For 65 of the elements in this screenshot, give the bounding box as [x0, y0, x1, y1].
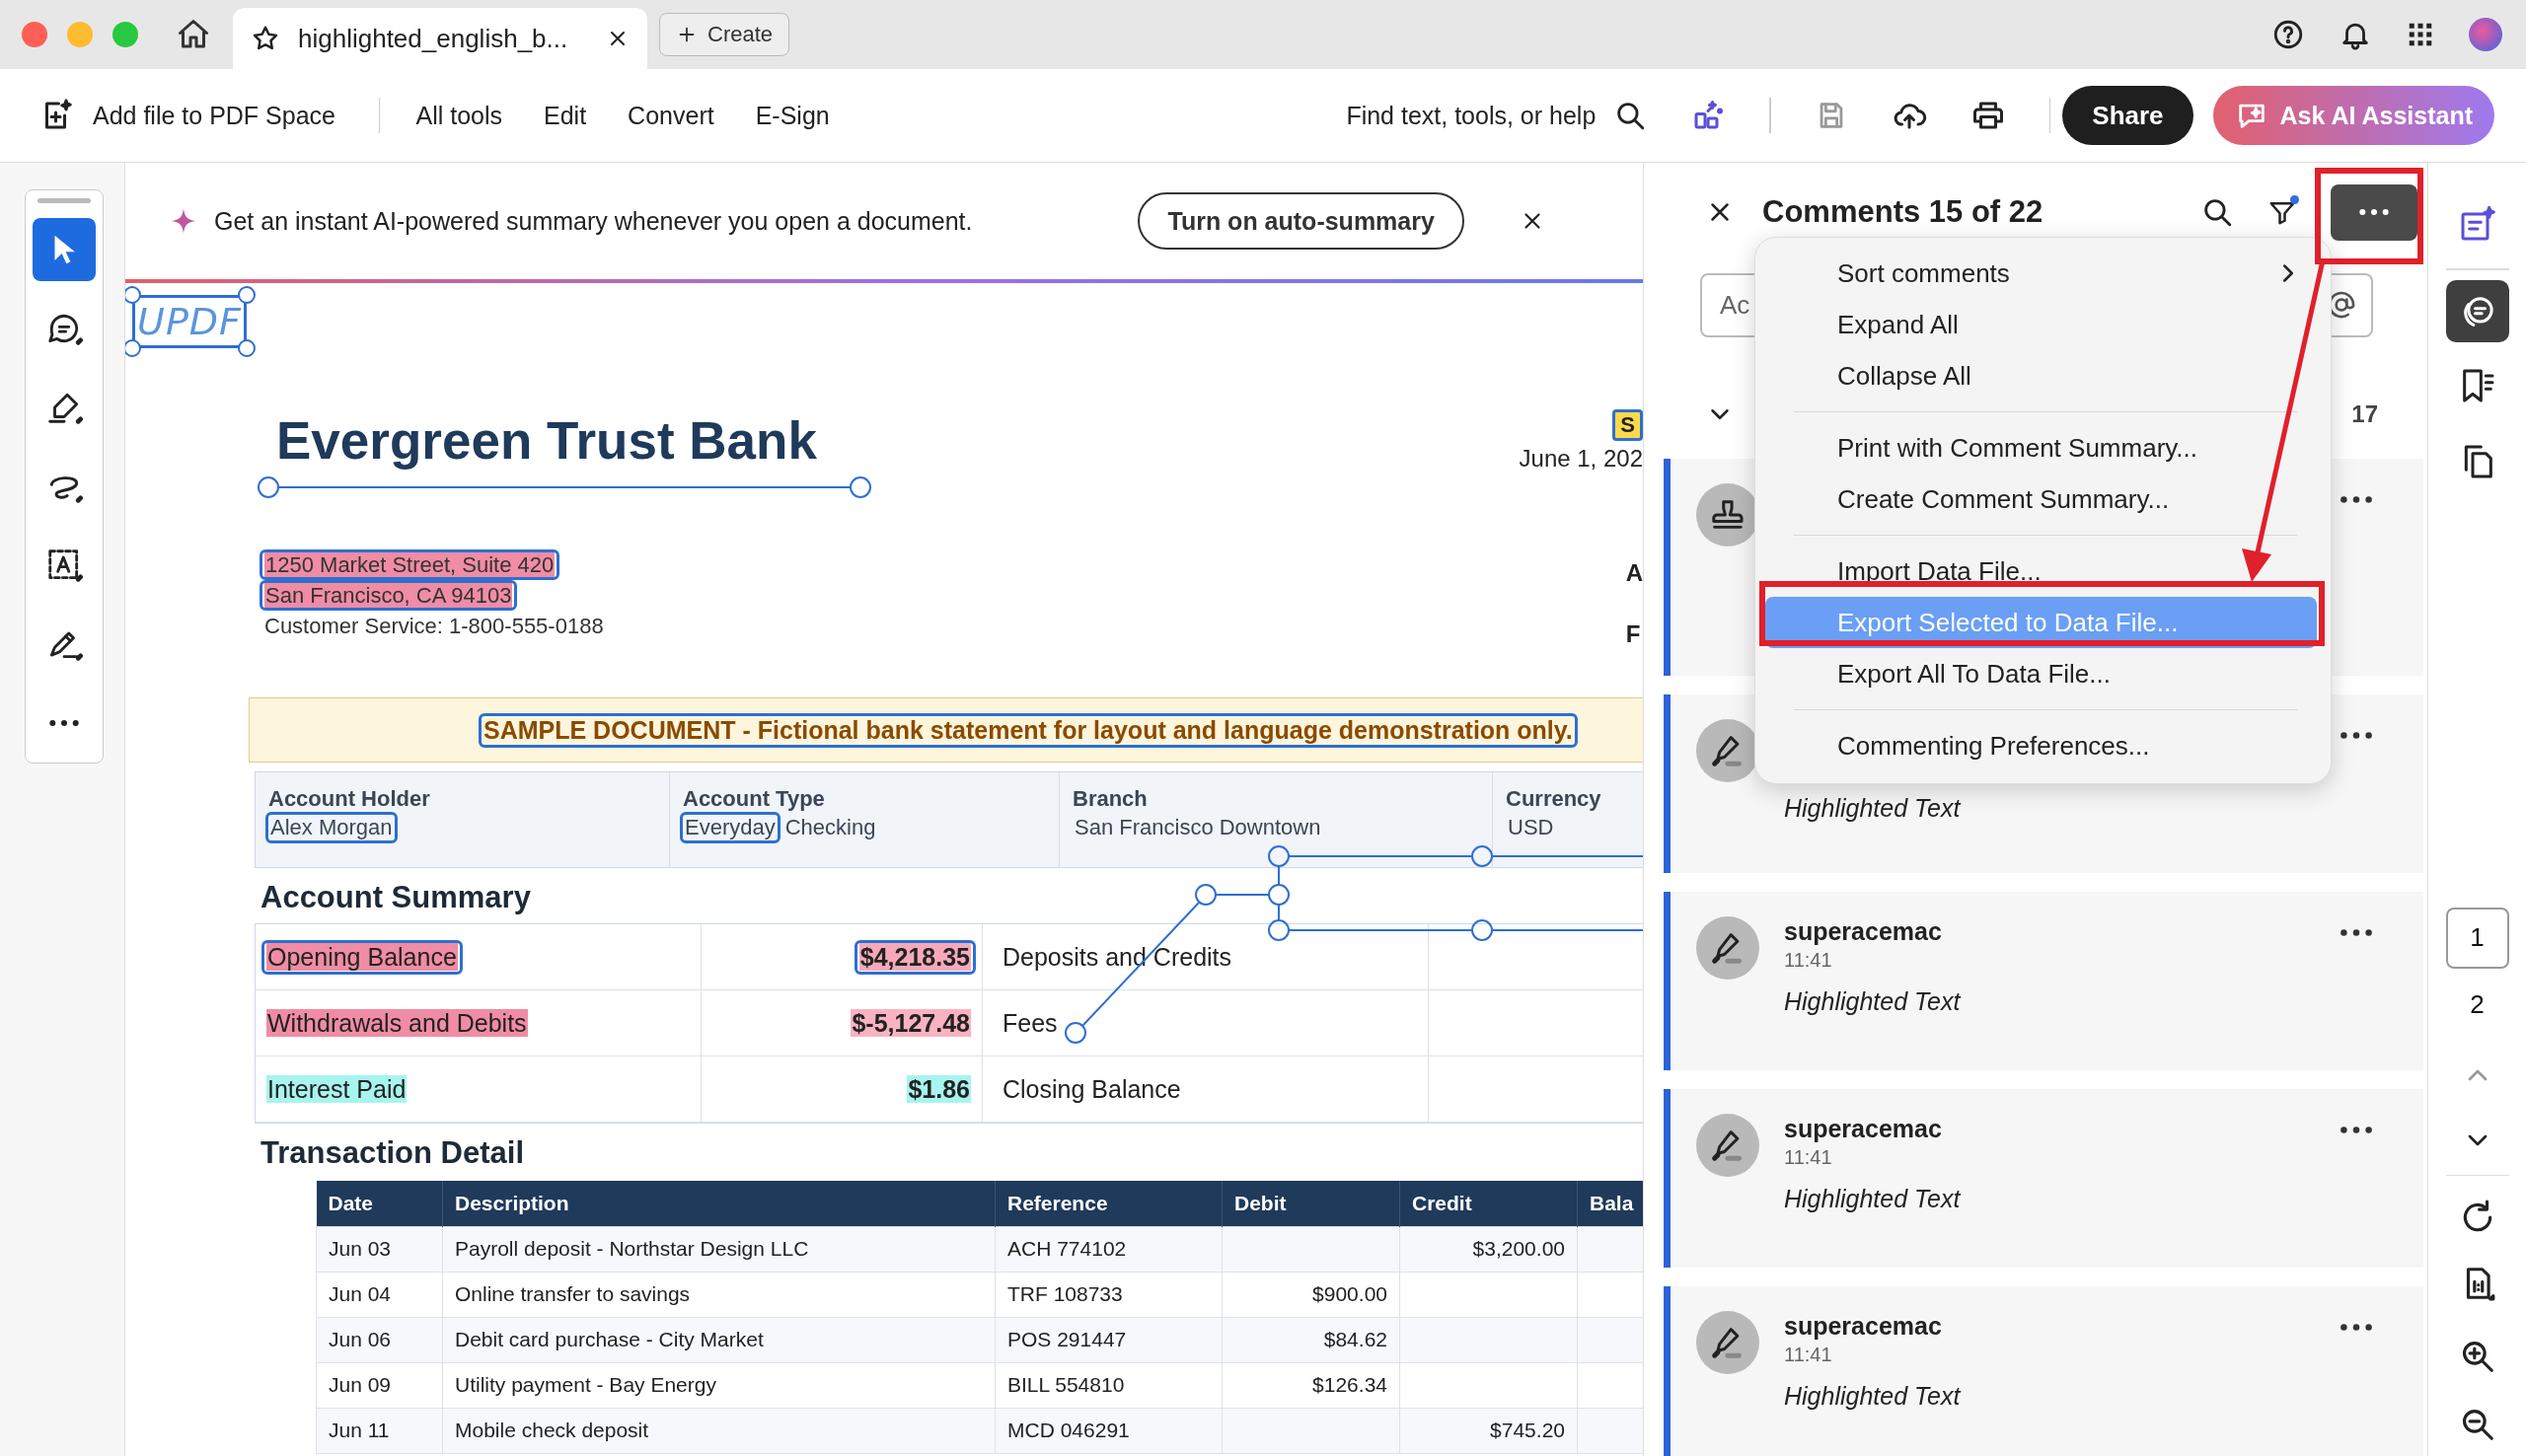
table-cell: $84.62: [1222, 1317, 1400, 1362]
table-cell: $126.34: [1222, 1362, 1400, 1408]
summary-amount: $-5,127.48: [850, 1007, 972, 1039]
field-label: Branch: [1073, 786, 1149, 812]
summary-description: Closing Balance: [1003, 1074, 1181, 1104]
comment-text: Highlighted Text: [1784, 1382, 1961, 1411]
field-value: Alex Morgan: [265, 812, 398, 843]
comment-author: superacemac: [1784, 1311, 1943, 1341]
field-value: Checking: [783, 814, 877, 841]
table-cell: Jun 03: [316, 1226, 443, 1272]
section-heading: Transaction Detail: [260, 1134, 525, 1172]
field-value: USD: [1507, 814, 1555, 841]
field-label: Currency: [1506, 786, 1602, 812]
table-cell: Jun 06: [316, 1317, 443, 1362]
comment-text: Highlighted Text: [1784, 987, 1961, 1016]
table-cell: $900.00: [1222, 1272, 1400, 1317]
summary-amount: $1.86: [906, 1073, 972, 1105]
column-header: Debit: [1222, 1181, 1400, 1226]
table-cell: Utility payment - Bay Energy: [442, 1362, 996, 1408]
column-header: Credit: [1399, 1181, 1578, 1226]
cut-text: A: [1625, 559, 1643, 587]
table-cell: BILL 554810: [995, 1362, 1223, 1408]
column-header: Date: [316, 1181, 443, 1226]
banner-message: Get an instant AI-powered summary whenever you open a document.: [214, 206, 973, 236]
column-header: Description: [442, 1181, 996, 1226]
table-cell: Online transfer to savings: [442, 1272, 996, 1317]
field-label: Account Type: [683, 786, 826, 812]
comment-author: superacemac: [1784, 1114, 1943, 1143]
comment-text: Highlighted Text: [1784, 1185, 1961, 1213]
table-cell: ACH 774102: [995, 1226, 1223, 1272]
comment-time: 11:41: [1784, 1343, 1833, 1367]
comment-time: 11:41: [1784, 948, 1833, 973]
panel-title: Comments 15 of 22: [1762, 194, 2043, 230]
table-cell: Debit card purchase - City Market: [442, 1317, 996, 1362]
column-header: Bala: [1577, 1181, 1643, 1226]
statement-date: June 1, 202: [1519, 445, 1643, 473]
table-cell: Payroll deposit - Northstar Design LLC: [442, 1226, 996, 1272]
summary-description: Fees: [1003, 1008, 1058, 1038]
summary-label: Withdrawals and Debits: [265, 1007, 529, 1039]
table-cell: Jun 04: [316, 1272, 443, 1317]
cut-text: F: [1625, 620, 1642, 648]
column-header: Reference: [995, 1181, 1223, 1226]
address-line: Customer Service: 1-800-555-0188: [263, 613, 605, 640]
field-value: San Francisco Downtown: [1074, 814, 1322, 841]
summary-label: Opening Balance: [261, 939, 463, 975]
comment-text: Highlighted Text: [1784, 794, 1961, 823]
comment-count: 17: [2351, 400, 2378, 428]
summary-description: Deposits and Credits: [1003, 942, 1232, 972]
notice-text: SAMPLE DOCUMENT - Fictional bank statement for layout and language demonstration only.: [479, 712, 1578, 748]
field-value: Everyday: [680, 812, 780, 843]
summary-amount: $4,218.35: [854, 939, 976, 975]
summary-label: Interest Paid: [265, 1073, 409, 1105]
table-cell: TRF 108733: [995, 1272, 1223, 1317]
bank-name: Evergreen Trust Bank: [276, 410, 817, 472]
table-cell: MCD 046291: [995, 1408, 1223, 1453]
section-heading: Account Summary: [260, 879, 531, 916]
comment-time: 11:41: [1784, 1145, 1833, 1170]
table-cell: POS 291447: [995, 1317, 1223, 1362]
table-cell: Jun 09: [316, 1362, 443, 1408]
field-label: Account Holder: [268, 786, 431, 812]
table-cell: $3,200.00: [1399, 1226, 1578, 1272]
table-cell: Jun 11: [316, 1408, 443, 1453]
table-cell: $745.20: [1399, 1408, 1578, 1453]
table-cell: Mobile check deposit: [442, 1408, 996, 1453]
comment-author: superacemac: [1784, 916, 1943, 946]
